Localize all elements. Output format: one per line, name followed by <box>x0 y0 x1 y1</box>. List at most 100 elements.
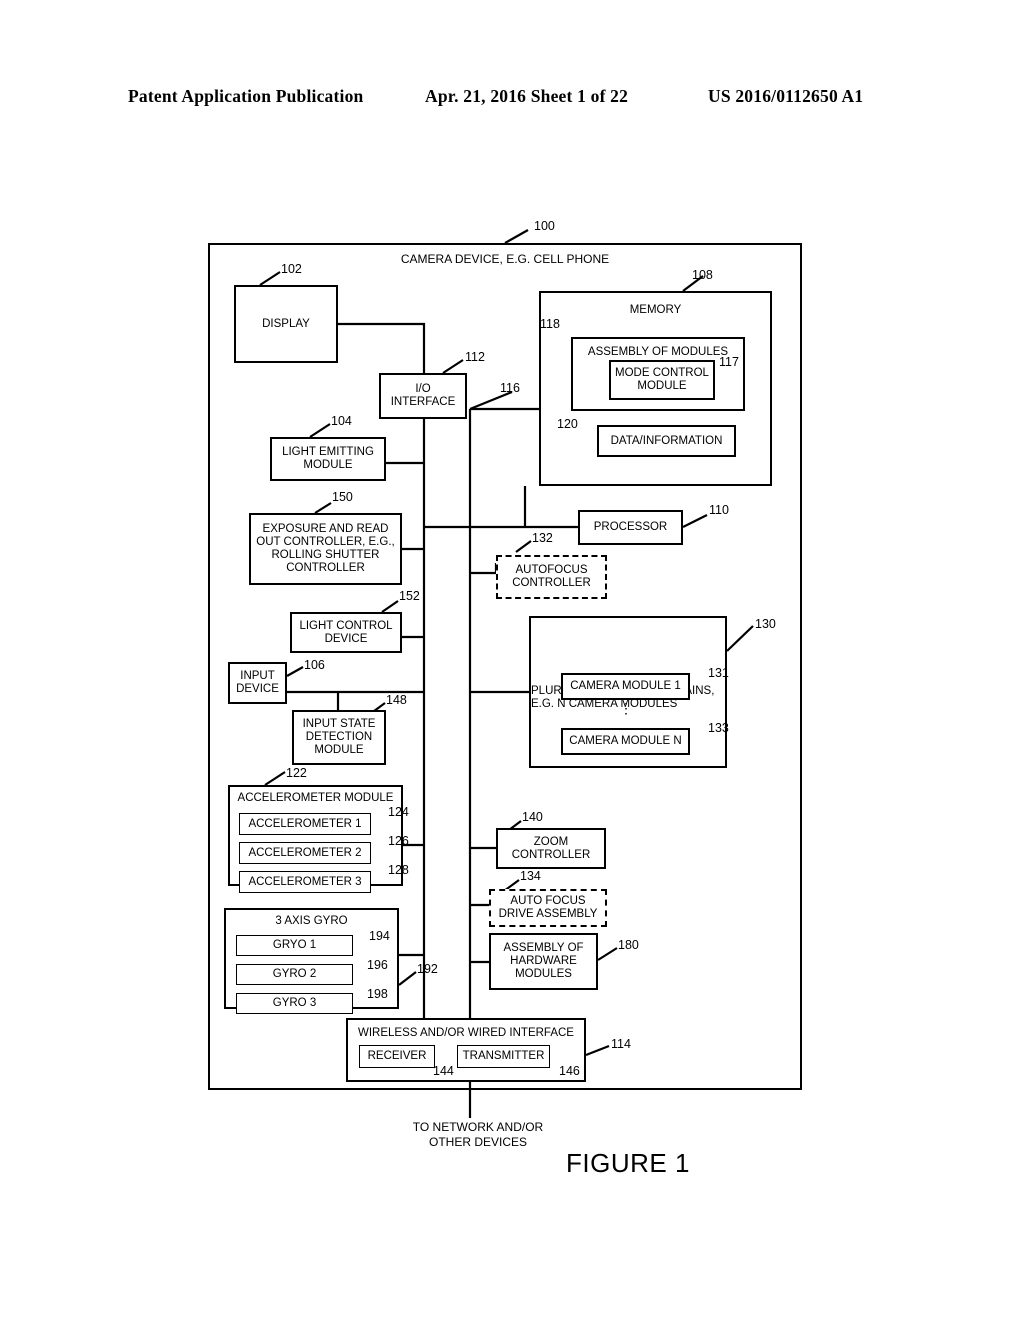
exposure-label-4: CONTROLLER <box>286 562 365 574</box>
assembly-of-hardware-modules-block[interactable]: ASSEMBLY OF HARDWARE MODULES <box>489 933 598 990</box>
autofocus-controller-label-1: AUTOFOCUS <box>515 564 588 576</box>
ref-110: 110 <box>709 503 729 517</box>
data-information-block[interactable]: DATA/INFORMATION <box>597 425 736 457</box>
mode-control-label-1: MODE CONTROL <box>615 367 709 379</box>
ref-100: 100 <box>534 219 555 233</box>
accelerometer-1-block[interactable]: ACCELEROMETER 1 <box>239 813 371 835</box>
camera-modules-ellipsis: ⋮ <box>619 700 635 716</box>
processor-label: PROCESSOR <box>593 521 668 533</box>
light-control-label-2: DEVICE <box>324 632 368 645</box>
display-label: DISPLAY <box>262 317 310 330</box>
exposure-readout-controller-block[interactable]: EXPOSURE AND READ OUT CONTROLLER, E.G., … <box>249 513 402 585</box>
mode-control-module-block[interactable]: MODE CONTROL MODULE <box>609 360 715 400</box>
auto-focus-drive-assembly-block[interactable]: AUTO FOCUS DRIVE ASSEMBLY <box>489 889 607 927</box>
gyro-3-block[interactable]: GYRO 3 <box>236 993 353 1014</box>
ref-196: 196 <box>367 958 388 972</box>
processor-block[interactable]: PROCESSOR <box>578 510 683 545</box>
camera-module-1-block[interactable]: CAMERA MODULE 1 <box>561 673 690 700</box>
display-block[interactable]: DISPLAY <box>234 285 338 363</box>
ref-192: 192 <box>417 962 438 976</box>
input-device-label-2: DEVICE <box>236 683 279 695</box>
network-note: TO NETWORK AND/OR OTHER DEVICES <box>388 1120 568 1150</box>
ref-194: 194 <box>369 929 390 943</box>
ref-130: 130 <box>755 617 776 631</box>
ref-140: 140 <box>522 810 543 824</box>
network-note-line-1: TO NETWORK AND/OR <box>412 1120 544 1134</box>
data-information-label: DATA/INFORMATION <box>610 434 723 447</box>
light-emitting-label-1: LIGHT EMITTING <box>282 446 374 458</box>
receiver-label: RECEIVER <box>367 1050 427 1062</box>
ref-102: 102 <box>281 262 302 276</box>
ref-126: 126 <box>388 834 409 848</box>
ref-144: 144 <box>433 1064 454 1078</box>
accelerometer-3-label: ACCELEROMETER 3 <box>248 875 362 888</box>
autofocus-controller-block[interactable]: AUTOFOCUS CONTROLLER <box>496 555 607 599</box>
network-note-line-2: OTHER DEVICES <box>428 1135 527 1149</box>
zoom-controller-label-2: CONTROLLER <box>511 848 591 861</box>
ref-180: 180 <box>618 938 639 952</box>
input-device-block[interactable]: INPUT DEVICE <box>228 662 287 704</box>
ref-131: 131 <box>708 666 729 680</box>
ref-146: 146 <box>559 1064 580 1078</box>
ref-120: 120 <box>557 417 578 431</box>
ref-133: 133 <box>708 721 729 735</box>
ref-132: 132 <box>532 531 553 545</box>
input-device-label-1: INPUT <box>240 670 275 682</box>
gyro-module-label: 3 AXIS GYRO <box>275 915 348 927</box>
light-emitting-label-2: MODULE <box>303 459 353 471</box>
gyro-2-block[interactable]: GYRO 2 <box>236 964 353 985</box>
memory-label: MEMORY <box>629 304 682 316</box>
ref-152: 152 <box>399 589 420 603</box>
wireless-interface-label: WIRELESS AND/OR WIRED INTERFACE <box>358 1027 574 1039</box>
ref-106: 106 <box>304 658 325 672</box>
ref-124: 124 <box>388 805 409 819</box>
ref-150: 150 <box>332 490 353 504</box>
exposure-label-2: OUT CONTROLLER, E.G., <box>256 536 395 548</box>
light-control-device-block[interactable]: LIGHT CONTROL DEVICE <box>290 612 402 653</box>
ref-112: 112 <box>465 350 485 364</box>
light-emitting-module-block[interactable]: LIGHT EMITTING MODULE <box>270 437 386 481</box>
receiver-block[interactable]: RECEIVER <box>359 1045 435 1068</box>
io-interface-block[interactable]: I/O INTERFACE <box>379 373 467 419</box>
figure-1-diagram: CAMERA DEVICE, E.G. CELL PHONE 100 DISPL… <box>0 0 1024 1320</box>
io-interface-label-2: INTERFACE <box>390 396 456 408</box>
ref-104: 104 <box>331 414 352 428</box>
autofocus-controller-label-2: CONTROLLER <box>512 577 591 589</box>
zoom-controller-block[interactable]: ZOOM CONTROLLER <box>496 828 606 869</box>
ref-198: 198 <box>367 987 388 1001</box>
input-state-detection-module-block[interactable]: INPUT STATE DETECTION MODULE <box>292 710 386 765</box>
camera-module-n-block[interactable]: CAMERA MODULE N <box>561 728 690 755</box>
transmitter-label: TRANSMITTER <box>462 1050 545 1062</box>
light-control-label-1: LIGHT CONTROL <box>299 619 393 632</box>
gyro-1-label: GRYO 1 <box>272 939 317 951</box>
accelerometer-module-label: ACCELEROMETER MODULE <box>237 792 394 804</box>
accelerometer-3-block[interactable]: ACCELEROMETER 3 <box>239 871 371 893</box>
ref-128: 128 <box>388 863 409 877</box>
accelerometer-2-block[interactable]: ACCELEROMETER 2 <box>239 842 371 864</box>
ref-108: 108 <box>692 268 713 282</box>
auto-focus-drive-label-2: DRIVE ASSEMBLY <box>498 908 598 920</box>
io-interface-label-1: I/O <box>415 383 431 395</box>
camera-module-1-label: CAMERA MODULE 1 <box>570 680 681 692</box>
gyro-2-label: GYRO 2 <box>272 968 317 980</box>
ref-117: 117 <box>719 355 739 369</box>
hardware-modules-label-3: MODULES <box>515 968 572 980</box>
input-state-label-3: MODULE <box>314 744 364 756</box>
figure-caption: FIGURE 1 <box>566 1148 690 1178</box>
gyro-3-label: GYRO 3 <box>272 997 317 1009</box>
ref-134: 134 <box>520 869 541 883</box>
hardware-modules-label-2: HARDWARE <box>510 955 577 967</box>
zoom-controller-label-1: ZOOM <box>533 835 569 848</box>
exposure-label-3: ROLLING SHUTTER <box>271 549 380 561</box>
input-state-label-2: DETECTION <box>305 731 373 743</box>
mode-control-label-2: MODULE <box>637 380 687 392</box>
transmitter-block[interactable]: TRANSMITTER <box>457 1045 550 1068</box>
ref-114: 114 <box>611 1037 631 1051</box>
hardware-modules-label-1: ASSEMBLY OF <box>503 942 584 954</box>
ref-118: 118 <box>540 317 560 331</box>
gyro-1-block[interactable]: GRYO 1 <box>236 935 353 956</box>
exposure-label-1: EXPOSURE AND READ <box>262 523 389 535</box>
auto-focus-drive-label-1: AUTO FOCUS <box>510 895 586 907</box>
ref-122: 122 <box>286 766 307 780</box>
accelerometer-2-label: ACCELEROMETER 2 <box>248 846 362 859</box>
